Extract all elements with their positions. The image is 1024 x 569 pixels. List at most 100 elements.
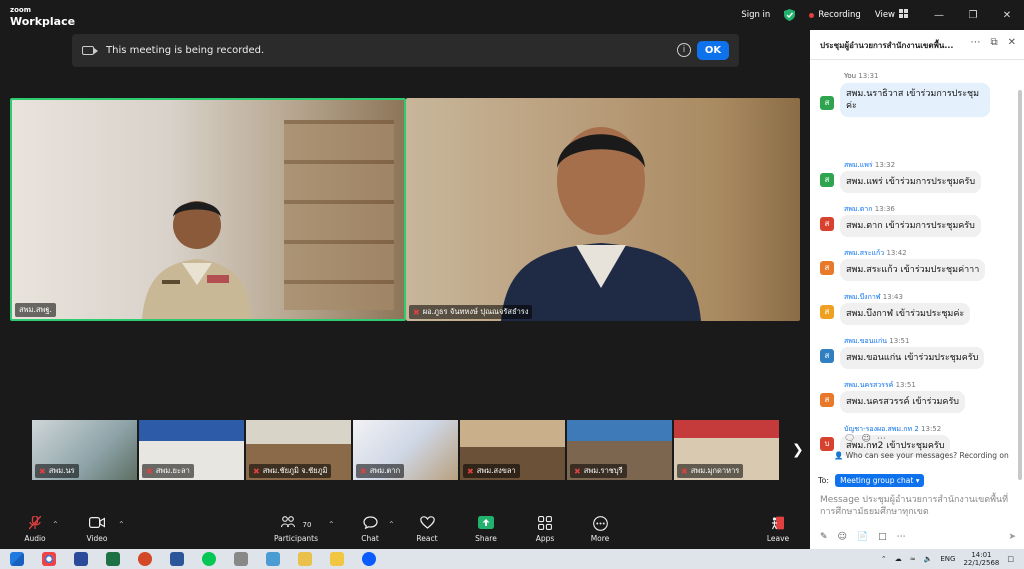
thumbnail-name-tag: ✖ สพม.ราชบุรี bbox=[570, 464, 627, 478]
participants-label: Participants bbox=[273, 534, 319, 543]
restore-icon[interactable]: ❐ bbox=[956, 10, 990, 21]
chevron-up-icon[interactable]: ⌃ bbox=[881, 555, 887, 563]
participant-name: ผอ.ภูธร จันทหงษ์ ปุณณจรัสธำรง bbox=[422, 307, 529, 316]
minimize-icon[interactable]: — bbox=[922, 10, 956, 21]
chat-label: Chat bbox=[361, 534, 379, 543]
sender-name: สพม.สระแก้ว bbox=[844, 249, 885, 257]
react-button[interactable]: React bbox=[402, 516, 452, 543]
close-icon[interactable]: ✕ bbox=[990, 10, 1024, 21]
language-indicator[interactable]: ENG bbox=[940, 555, 955, 563]
logo-line2: Workplace bbox=[10, 15, 76, 28]
cloud-icon[interactable]: ☁ bbox=[895, 555, 902, 563]
windows-taskbar: ⌃ ☁ ≈ 🔈 ENG 14:01 22/1/2568 □ bbox=[0, 549, 1024, 569]
chrome-icon[interactable] bbox=[42, 552, 56, 566]
to-label: To: bbox=[818, 476, 830, 485]
recording-indicator[interactable]: Recording bbox=[809, 10, 861, 20]
message-sender: สพม.สระแก้ว 13:42 bbox=[844, 248, 907, 259]
app-icon[interactable] bbox=[266, 552, 280, 566]
apps-button[interactable]: Apps bbox=[520, 516, 570, 543]
reply-icon[interactable]: 🗨 bbox=[844, 434, 855, 444]
format-icon[interactable]: ✎ bbox=[820, 532, 828, 542]
excel-icon[interactable] bbox=[106, 552, 120, 566]
pop-out-icon[interactable]: ⧉ bbox=[990, 37, 997, 48]
video-options-caret-icon[interactable]: ⌃ bbox=[118, 520, 125, 529]
taskbar-clock[interactable]: 14:01 22/1/2568 bbox=[963, 551, 999, 567]
mic-off-icon: ✖ bbox=[413, 307, 420, 317]
sender-name: You bbox=[844, 72, 857, 80]
audio-options-caret-icon[interactable]: ⌃ bbox=[52, 520, 59, 529]
more-options-icon[interactable]: ⋯ bbox=[877, 434, 886, 444]
line-icon[interactable] bbox=[202, 552, 216, 566]
thumbnail-name-tag: ✖ สพม.สงขลา bbox=[463, 464, 520, 478]
chat-scrollbar[interactable] bbox=[1018, 90, 1022, 480]
thumbnail-tile[interactable]: ✖ สพม.ตาก bbox=[353, 420, 458, 480]
emoji-icon[interactable]: ☺ bbox=[838, 532, 847, 542]
folder-icon[interactable] bbox=[330, 552, 344, 566]
chat-message-list: You 13:31 ส สพม.นราธิวาส เข้าร่วมการประช… bbox=[810, 60, 1014, 475]
shield-icon[interactable] bbox=[784, 9, 796, 21]
screenshot-icon[interactable]: □ bbox=[878, 532, 887, 542]
sender-avatar: ส bbox=[820, 96, 834, 110]
powerpoint-icon[interactable] bbox=[138, 552, 152, 566]
video-tile-participant[interactable]: ✖ ผอ.ภูธร จันทหงษ์ ปุณณจรัสธำรง bbox=[406, 98, 800, 321]
sender-avatar: ส bbox=[820, 349, 834, 363]
wifi-icon[interactable]: ≈ bbox=[910, 555, 916, 563]
app-icon[interactable] bbox=[298, 552, 312, 566]
more-button[interactable]: More bbox=[575, 516, 625, 543]
message-bubble[interactable]: สพม.ตาก เข้าร่วมการประชุมครับ bbox=[840, 215, 981, 237]
participants-button[interactable]: 70 Participants bbox=[271, 516, 321, 543]
send-icon[interactable]: ➤ bbox=[1008, 532, 1016, 542]
message-bubble[interactable]: สพม.นครสวรรค์ เข้าร่วมครับ bbox=[840, 391, 965, 413]
message-bubble[interactable]: สพม.สระแก้ว เข้าร่วมประชุมค่าาา bbox=[840, 259, 986, 281]
speaker-icon[interactable]: 🔈 bbox=[924, 555, 933, 563]
message-bubble[interactable]: สพม.แพร่ เข้าร่วมการประชุมครับ bbox=[840, 171, 982, 193]
chat-options-caret-icon[interactable]: ⌃ bbox=[388, 520, 395, 529]
view-button[interactable]: View bbox=[875, 9, 908, 21]
participant-video bbox=[142, 201, 252, 319]
more-options-icon[interactable]: ⋯ bbox=[970, 37, 980, 48]
video-button[interactable]: Video bbox=[72, 516, 122, 543]
more-options-icon[interactable]: ⋯ bbox=[897, 532, 906, 542]
info-icon[interactable]: i bbox=[677, 43, 691, 57]
sign-in-link[interactable]: Sign in bbox=[741, 10, 770, 20]
notification-icon[interactable]: □ bbox=[1007, 555, 1014, 563]
video-tile-active-speaker[interactable]: สพม.สพฐ. bbox=[10, 98, 406, 321]
windows-start-icon[interactable] bbox=[10, 552, 24, 566]
app-icon[interactable] bbox=[234, 552, 248, 566]
message-input[interactable]: Message ประชุมผู้อำนวยการสำนักงานเขตพื้น… bbox=[820, 494, 1016, 518]
zoom-taskbar-icon[interactable] bbox=[362, 552, 376, 566]
emoji-react-icon[interactable]: ☺ bbox=[861, 434, 870, 444]
title-bar-right: Sign in Recording View — ❐ ✕ bbox=[741, 0, 1024, 30]
thumbnail-tile[interactable]: ✖ สพม.นร bbox=[32, 420, 137, 480]
sender-name: สพม.นครสวรรค์ bbox=[844, 381, 894, 389]
banner-ok-button[interactable]: OK bbox=[697, 41, 729, 60]
message-bubble[interactable]: สพม.ขอนแก่น เข้าร่วมประชุมครับ bbox=[840, 347, 985, 369]
audio-label: Audio bbox=[24, 534, 46, 543]
thumbnail-tile[interactable]: ✖ สพม.สงขลา bbox=[460, 420, 565, 480]
recording-dot-icon bbox=[809, 12, 815, 18]
file-icon[interactable]: 📄 bbox=[857, 532, 868, 542]
message-bubble[interactable]: สพม.นราธิวาส เข้าร่วมการประชุมค่ะ bbox=[840, 83, 990, 117]
recipient-select[interactable]: Meeting group chat ▾ bbox=[835, 474, 925, 487]
thumbnail-tile[interactable]: ✖ สพม.ราชบุรี bbox=[567, 420, 672, 480]
participant-name-tag: สพม.สพฐ. bbox=[15, 303, 56, 317]
message-sender: สพม.ตาก 13:36 bbox=[844, 204, 895, 215]
thumbnail-tile[interactable]: ✖ สพม.ชัยภูมิ จ.ชัยภูมิ bbox=[246, 420, 351, 480]
word-icon[interactable] bbox=[170, 552, 184, 566]
chevron-right-icon[interactable]: ❯ bbox=[792, 442, 804, 458]
thumbnail-tile[interactable]: ✖ สพม.มุกดาหาร bbox=[674, 420, 779, 480]
message-reactions: 🗨 ☺ ⋯ bbox=[844, 434, 886, 444]
leave-button[interactable]: Leave bbox=[753, 516, 803, 543]
close-chat-icon[interactable]: ✕ bbox=[1008, 37, 1016, 48]
message-time: 13:36 bbox=[874, 205, 895, 213]
message-time: 13:51 bbox=[889, 337, 910, 345]
participants-options-caret-icon[interactable]: ⌃ bbox=[328, 520, 335, 529]
clock-date: 22/1/2568 bbox=[963, 559, 1000, 567]
thumbnail-tile[interactable]: ✖ สพม.ยะลา bbox=[139, 420, 244, 480]
person-icon: 👤 bbox=[834, 451, 844, 460]
who-can-see-notice[interactable]: 👤 Who can see your messages? Recording o… bbox=[834, 451, 1009, 460]
message-bubble[interactable]: สพม.บึงกาฬ เข้าร่วมประชุมค่ะ bbox=[840, 303, 971, 325]
share-button[interactable]: Share bbox=[461, 516, 511, 543]
sender-avatar: ส bbox=[820, 217, 834, 231]
app-icon[interactable] bbox=[74, 552, 88, 566]
